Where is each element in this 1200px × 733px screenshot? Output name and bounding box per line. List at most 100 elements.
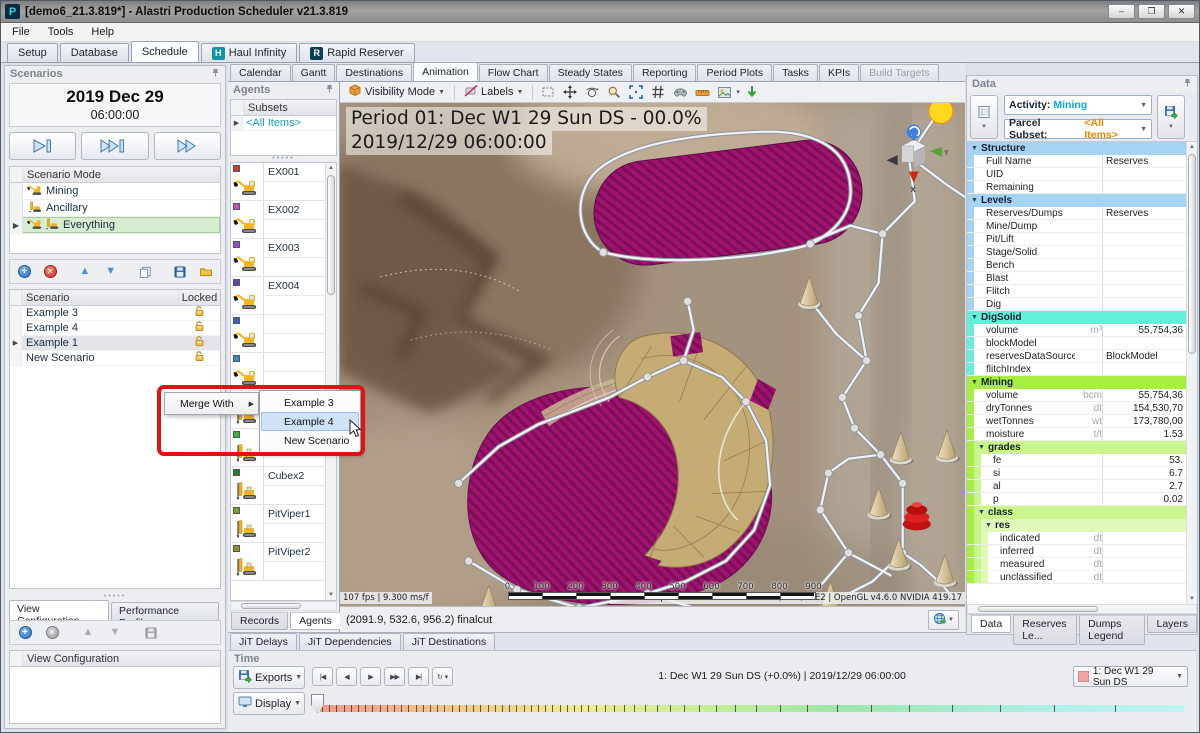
ruler-tool[interactable] [692,84,712,101]
tab-performance-profiler[interactable]: Performance Profiler [111,602,219,620]
viewport-3d[interactable]: Y X Period 01: Dec W1 29 Sun DS - 00.0% … [340,103,965,606]
tab-reporting[interactable]: Reporting [633,64,697,81]
menu-file[interactable]: File [3,24,39,40]
submenu-item-new-scenario[interactable]: New Scenario [261,431,359,450]
add-button[interactable]: + [13,262,36,281]
scenario-row[interactable]: Example 3 [10,306,220,321]
fast-forward-button[interactable]: ▶▶ [384,667,405,686]
data-subsection-class[interactable]: ▼class [967,506,1186,519]
agent-row-pitviper2[interactable]: PitViper2 [231,543,325,581]
scenario-mode-mining[interactable]: Mining [10,183,220,200]
tab-agents[interactable]: Agents [290,612,341,630]
pin-icon[interactable] [1183,78,1192,90]
zoom-tool[interactable] [604,84,624,101]
tab-data[interactable]: Data [971,615,1011,633]
parcel-subset-dropdown[interactable]: Parcel Subset: <All Items>▼ [1004,119,1152,139]
submenu-item-example-3[interactable]: Example 3 [261,393,359,412]
tab-calendar[interactable]: Calendar [230,64,291,81]
close-button[interactable]: ✕ [1168,4,1195,19]
agent-row-ex003[interactable]: EX003 [231,239,325,277]
world-options-button[interactable]: ▼ [928,610,959,630]
unlock-icon[interactable] [194,351,205,365]
activity-dropdown[interactable]: Activity: Mining▼ [1004,95,1152,115]
pin-icon[interactable] [211,68,220,80]
menu-tools[interactable]: Tools [39,24,83,40]
down-gray-button[interactable]: ▼ [103,623,127,642]
scenario-row[interactable]: Example 4 [10,321,220,336]
move-down-button[interactable]: ▼ [99,262,122,281]
tab-jit-destinations[interactable]: JiT Destinations [403,633,496,650]
pan-tool[interactable] [560,84,580,101]
data-scrollbar[interactable]: ▲▼ [1186,142,1197,604]
period-selector[interactable]: 1: Dec W1 29 Sun DS ▼ [1073,666,1188,687]
export-data-button[interactable]: ▼ [1157,95,1185,139]
agents-scrollbar[interactable]: ▲▼ [325,163,336,600]
tab-view-configuration[interactable]: View Configuration [9,600,109,620]
submenu-item-example-4[interactable]: Example 4 [261,412,359,431]
step-forward-fast-button[interactable] [81,132,148,160]
tab-jit-dependencies[interactable]: JiT Dependencies [299,633,401,650]
unlock-icon[interactable] [194,336,205,350]
tab-kpis[interactable]: KPIs [819,64,859,81]
agent-row-ex001[interactable]: EX001 [231,163,325,201]
tab-tasks[interactable]: Tasks [773,64,818,81]
scenario-mode-everything[interactable]: ▶Everything [10,217,220,234]
labels-button[interactable]: Labels▼ [460,83,527,101]
tab-gantt[interactable]: Gantt [292,64,336,81]
grid-tool[interactable] [648,84,668,101]
open-button[interactable] [194,262,217,281]
tab-steady-states[interactable]: Steady States [549,64,632,81]
agent-row-ex002[interactable]: EX002 [231,201,325,239]
skip-end-button[interactable]: ▶| [408,667,429,686]
tab-dumps-legend[interactable]: Dumps Legend [1079,615,1145,645]
play-forward-button[interactable] [154,132,221,160]
data-subsection-res[interactable]: ▼res [967,519,1186,532]
tab-layers[interactable]: Layers [1147,615,1197,633]
data-section-levels[interactable]: ▼Levels [967,194,1186,207]
tab-destinations[interactable]: Destinations [336,64,412,81]
duplicate-button[interactable] [134,262,157,281]
pin-icon[interactable] [325,84,334,96]
tab-animation[interactable]: Animation [413,62,478,81]
save-button[interactable] [168,262,191,281]
remove-button[interactable]: ✕ [39,262,62,281]
move-up-button[interactable]: ▲ [73,262,96,281]
tab-records[interactable]: Records [231,612,288,630]
select-rectangle-tool[interactable] [538,84,558,101]
fit-view-tool[interactable] [626,84,646,101]
repeat-button[interactable]: ↻ ▾ [432,667,453,686]
tab-period-plots[interactable]: Period Plots [697,64,772,81]
tab-jit-delays[interactable]: JiT Delays [230,633,297,650]
screenshot-tool[interactable] [714,84,734,101]
add-button[interactable]: + [13,623,37,642]
visibility-mode-button[interactable]: Visibility Mode▼ [344,83,449,101]
agent-row-ex004[interactable]: EX004 [231,277,325,315]
agents-hscrollbar[interactable] [230,601,337,611]
timeline[interactable] [312,695,1186,721]
orbit-tool[interactable] [582,84,602,101]
exports-button[interactable]: Exports▼ [233,666,305,689]
data-section-digsolid[interactable]: ▼DigSolid [967,311,1186,324]
step-forward-button[interactable] [9,132,76,160]
controller-tool[interactable] [670,84,690,101]
agent-row[interactable] [231,353,325,391]
unlock-icon[interactable] [194,321,205,335]
remove-gray-button[interactable]: ✕ [40,623,64,642]
app-tab-schedule[interactable]: Schedule [131,41,199,62]
data-section-mining[interactable]: ▼Mining [967,376,1186,389]
display-button[interactable]: Display▼ [233,692,305,715]
up-gray-button[interactable]: ▲ [76,623,100,642]
menu-help[interactable]: Help [82,24,123,40]
data-subsection-grades[interactable]: ▼grades [967,441,1186,454]
agent-row[interactable] [231,315,325,353]
scenario-mode-ancillary[interactable]: Ancillary [10,200,220,217]
tab-reserves-le-[interactable]: Reserves Le... [1013,615,1077,645]
context-menu-merge-with[interactable]: Merge With▶ [164,392,259,415]
download-tool[interactable] [742,84,762,101]
unlock-icon[interactable] [194,306,205,320]
minimize-button[interactable]: – [1108,4,1135,19]
data-section-structure[interactable]: ▼Structure [967,142,1186,155]
save-gray-button[interactable] [139,623,163,642]
scenario-row[interactable]: New Scenario [10,351,220,366]
tab-flow-chart[interactable]: Flow Chart [479,64,548,81]
